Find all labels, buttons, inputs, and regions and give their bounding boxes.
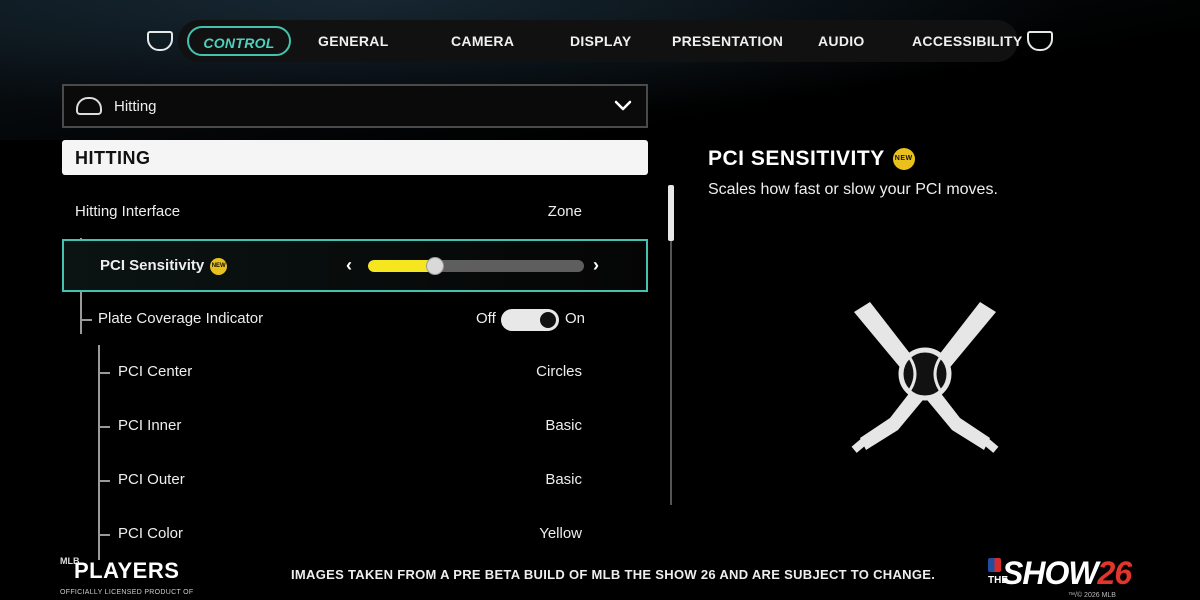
disclaimer-text: IMAGES TAKEN FROM A PRE BETA BUILD OF ML… <box>291 567 936 582</box>
setting-value: Circles <box>536 363 582 380</box>
setting-value: Basic <box>545 417 582 434</box>
chevron-down-icon <box>614 100 632 111</box>
tab-general[interactable]: GENERAL <box>318 20 389 62</box>
setting-label: PCI Sensitivity NEW <box>100 257 228 275</box>
setting-label: PCI Inner <box>118 417 182 434</box>
toggle-knob <box>540 312 556 328</box>
slider-handle[interactable] <box>426 257 444 275</box>
setting-row-pci-sensitivity[interactable]: PCI Sensitivity NEW ‹ › <box>62 239 648 292</box>
toggle-on-label: On <box>565 310 586 327</box>
slider-left-arrow-icon[interactable]: ‹ <box>346 255 352 276</box>
tab-presentation[interactable]: PRESENTATION <box>672 20 783 62</box>
section-header: HITTING <box>62 140 648 175</box>
detail-title: PCI SENSITIVITY NEW <box>708 147 915 171</box>
tab-display[interactable]: DISPLAY <box>570 20 632 62</box>
plate-coverage-toggle[interactable] <box>501 309 559 331</box>
mlb-flag-icon <box>988 558 1001 572</box>
setting-row-pci-color[interactable]: PCI Color Yellow <box>62 514 648 554</box>
setting-label: PCI Outer <box>118 471 185 488</box>
setting-value: Basic <box>545 471 582 488</box>
slider-right-arrow-icon[interactable]: › <box>593 255 599 276</box>
setting-row-plate-coverage[interactable]: Plate Coverage Indicator Off On <box>62 299 648 339</box>
tab-accessibility[interactable]: ACCESSIBILITY <box>912 20 1022 62</box>
setting-row-pci-center[interactable]: PCI Center Circles <box>62 352 648 392</box>
crossed-bats-ball-icon <box>851 302 999 453</box>
setting-row-pci-outer[interactable]: PCI Outer Basic <box>62 460 648 500</box>
sensitivity-slider-track[interactable] <box>368 260 584 272</box>
setting-value: Yellow <box>539 525 582 542</box>
scrollbar-thumb[interactable] <box>668 185 674 241</box>
setting-row-hitting-interface[interactable]: Hitting Interface Zone <box>62 192 648 232</box>
setting-label: Plate Coverage Indicator <box>98 310 264 327</box>
section-title: HITTING <box>75 148 151 168</box>
setting-label: PCI Color <box>118 525 184 542</box>
tab-camera[interactable]: CAMERA <box>451 20 514 62</box>
toggle-off-label: Off <box>476 310 496 327</box>
batting-helmet-icon <box>76 97 102 115</box>
slider-fill <box>368 260 435 272</box>
category-dropdown[interactable]: Hitting <box>62 84 648 128</box>
dropdown-label: Hitting <box>114 98 157 115</box>
setting-label: Hitting Interface <box>75 203 181 220</box>
settings-tab-bar: CONTROL GENERAL CAMERA DISPLAY PRESENTAT… <box>178 20 1022 62</box>
rb-bumper-icon[interactable] <box>1027 31 1053 51</box>
setting-value: Zone <box>547 203 582 220</box>
setting-label: PCI Center <box>118 363 193 380</box>
new-badge: NEW <box>892 148 915 171</box>
detail-description: Scales how fast or slow your PCI moves. <box>708 181 998 198</box>
tab-control[interactable]: CONTROL <box>187 26 291 56</box>
new-badge: NEW <box>210 257 228 275</box>
lb-bumper-icon[interactable] <box>147 31 173 51</box>
setting-row-pci-inner[interactable]: PCI Inner Basic <box>62 406 648 446</box>
tab-audio[interactable]: AUDIO <box>818 20 865 62</box>
